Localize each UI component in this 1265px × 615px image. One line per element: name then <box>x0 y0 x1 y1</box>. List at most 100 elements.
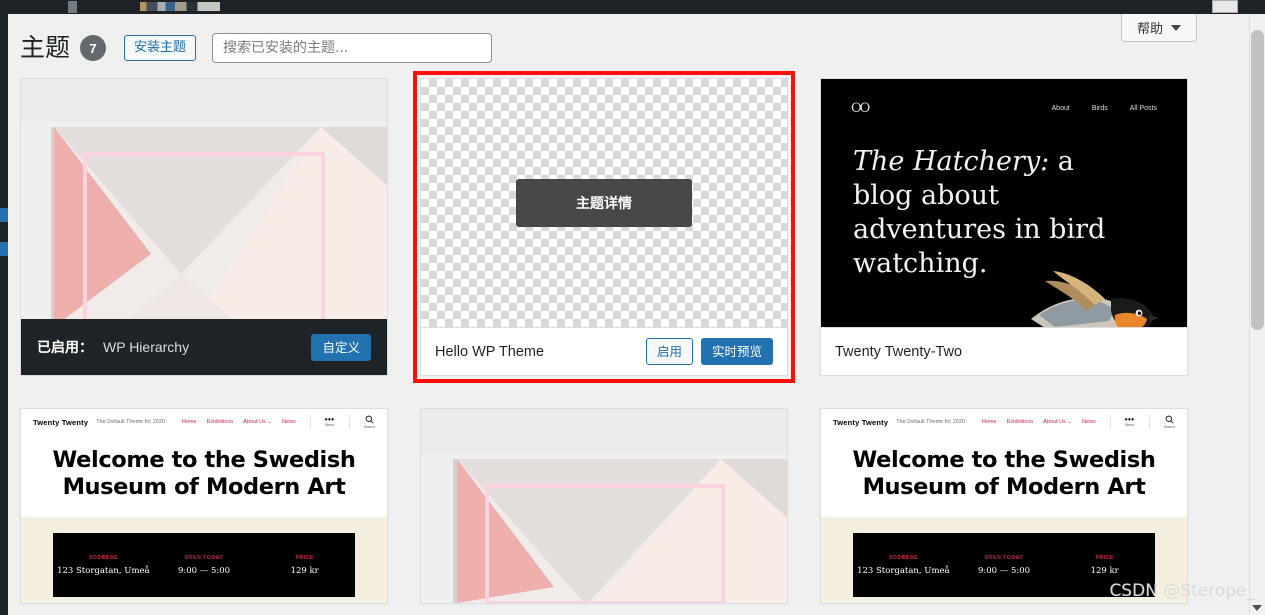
tt-nav-divider <box>348 415 350 429</box>
tt-info-hours-label: OPEN TODAY <box>984 554 1024 561</box>
tt-info-hours: OPEN TODAY 9:00 — 5:00 <box>154 555 255 576</box>
tt-nav-divider <box>1148 415 1150 429</box>
activate-button[interactable]: 启用 <box>645 338 693 365</box>
theme-count-badge: 7 <box>80 35 107 62</box>
tt-nav-home: Home <box>981 419 997 425</box>
tt-info-price-value: 129 kr <box>290 565 319 576</box>
active-theme-name: WP Hierarchy <box>103 339 190 355</box>
themes-row: WP Hierarchy 已启用： WP Hierarchy 自定义 主题详情 <box>20 71 1240 383</box>
tt-nav-about-us: About Us ⌄ <box>1043 419 1072 425</box>
search-themes-input[interactable] <box>212 33 493 64</box>
tt-info-price: PRICE 129 kr <box>254 555 355 576</box>
tt-search-icon: Search <box>1164 415 1175 429</box>
theme-screenshot[interactable] <box>21 79 387 327</box>
admin-bar[interactable] <box>0 0 1265 14</box>
themes-page: 帮助 主题 7 安装主题 搜索已安装的主题... 已启用： WP Hierarc… <box>8 14 1249 615</box>
active-theme-bar: 已启用： WP Hierarchy 自定义 <box>21 319 387 375</box>
tt-nav: Home Exhibitions About Us ⌄ News ••• Men… <box>982 415 1175 429</box>
theme-screenshot[interactable]: Twenty Twenty The Default Theme for 2020… <box>821 409 1187 603</box>
theme-card-twenty-twenty-b[interactable]: Twenty Twenty The Default Theme for 2020… <box>820 408 1188 604</box>
admin-bar-items[interactable] <box>140 2 220 11</box>
geometric-pink-artwork <box>21 79 387 327</box>
tt-menu-glyph: ••• <box>1124 415 1135 424</box>
theme-card-geometric-b[interactable] <box>420 408 788 604</box>
tt-info-price-label: PRICE <box>295 554 314 561</box>
theme-screenshot[interactable] <box>421 409 787 603</box>
tt-nav-home: Home <box>181 419 197 425</box>
tt-menu-icon: ••• Menu <box>1124 415 1135 428</box>
geometric-pink-svg <box>421 409 787 603</box>
theme-screenshot[interactable]: 主题详情 <box>421 79 787 327</box>
theme-card-hello-wp-theme[interactable]: 主题详情 Hello WP Theme 启用 实时预览 <box>413 71 795 383</box>
tt-menu-icon: ••• Menu <box>324 415 335 428</box>
tt-hero-line1: Welcome to the Swedish <box>852 447 1156 473</box>
admin-sidebar[interactable] <box>0 14 8 615</box>
tt-search-icon: Search <box>364 415 375 429</box>
search-glass-icon <box>365 415 374 424</box>
hatchery-nav-about: About <box>1051 105 1070 112</box>
theme-name: Hello WP Theme <box>435 343 545 360</box>
tt-info-hours-value: 9:00 — 5:00 <box>177 565 231 576</box>
tt-info-hours-value: 9:00 — 5:00 <box>977 565 1031 576</box>
tt-info-address-label: ADDRESS <box>889 554 918 561</box>
tt-header-bar: Twenty Twenty The Default Theme for 2020… <box>821 409 1187 435</box>
tt-nav-divider <box>1109 415 1111 429</box>
hatchery-nav-links: About Birds All Posts <box>1052 105 1157 112</box>
tt-nav-exhibitions: Exhibitions <box>1006 419 1034 425</box>
theme-name: Twenty Twenty-Two <box>835 343 963 360</box>
sidebar-active-indicator-appearance[interactable] <box>0 208 8 222</box>
theme-screenshot[interactable]: Twenty Twenty The Default Theme for 2020… <box>21 409 387 603</box>
live-preview-button[interactable]: 实时预览 <box>700 338 773 365</box>
tt-nav-news: News <box>281 419 296 425</box>
twenty-twenty-artwork: Twenty Twenty The Default Theme for 2020… <box>21 409 387 603</box>
tt-tagline: The Default Theme for 2020 <box>96 419 165 425</box>
wordpress-logo-icon[interactable] <box>68 1 77 13</box>
chevron-down-icon <box>1171 24 1181 31</box>
scrollbar-down-arrow-icon[interactable] <box>1252 605 1262 611</box>
tt-info-address: ADDRESS 123 Storgatan, Umeå <box>853 555 954 576</box>
page-title: 主题 <box>20 33 71 62</box>
tt-search-label: Search <box>1163 425 1175 429</box>
tt-info-bar: ADDRESS 123 Storgatan, Umeå OPEN TODAY 9… <box>53 533 355 597</box>
scrollbar-thumb[interactable] <box>1251 30 1264 330</box>
theme-card-footer: Twenty Twenty-Two <box>821 327 1187 375</box>
hatchery-nav-all-posts: All Posts <box>1129 105 1157 112</box>
tt-info-price-value: 129 kr <box>1090 565 1119 576</box>
tt-menu-label: Menu <box>325 423 335 427</box>
tt-info-hours-label: OPEN TODAY <box>184 554 224 561</box>
tt-hero-line1: Welcome to the Swedish <box>52 447 356 473</box>
tt-info-hours: OPEN TODAY 9:00 — 5:00 <box>954 555 1055 576</box>
page-scrollbar[interactable] <box>1249 14 1265 615</box>
theme-actions: 启用 实时预览 <box>645 338 773 365</box>
admin-bar-right-item[interactable] <box>1212 0 1238 13</box>
bird-illustration-icon <box>1031 271 1159 327</box>
tt-info-price-label: PRICE <box>1095 554 1114 561</box>
theme-card-twenty-twenty-two[interactable]: OO About Birds All Posts The Hatchery: a… <box>820 78 1188 376</box>
add-theme-button[interactable]: 安装主题 <box>124 35 197 62</box>
tt-hero-line2: Museum of Modern Art <box>62 473 346 500</box>
active-theme-status: 已启用： <box>37 339 93 355</box>
tt-nav: Home Exhibitions About Us ⌄ News ••• Men… <box>182 415 375 429</box>
theme-screenshot[interactable]: OO About Birds All Posts The Hatchery: a… <box>821 79 1187 327</box>
search-glass-icon <box>1165 415 1174 424</box>
tt-brand: Twenty Twenty <box>33 417 89 427</box>
tt-nav-about-us: About Us ⌄ <box>243 419 272 425</box>
tt-nav-news: News <box>1081 419 1096 425</box>
twenty-twenty-artwork: Twenty Twenty The Default Theme for 2020… <box>821 409 1187 603</box>
help-tab-button[interactable]: 帮助 <box>1121 14 1197 42</box>
theme-card-twenty-twenty-a[interactable]: Twenty Twenty The Default Theme for 2020… <box>20 408 388 604</box>
tt-nav-divider <box>309 415 311 429</box>
geometric-pink-svg <box>21 79 387 327</box>
theme-card-wp-hierarchy[interactable]: WP Hierarchy 已启用： WP Hierarchy 自定义 <box>20 78 388 376</box>
tt-menu-glyph: ••• <box>324 415 335 424</box>
themes-grid: WP Hierarchy 已启用： WP Hierarchy 自定义 主题详情 <box>20 71 1240 615</box>
tt-info-address: ADDRESS 123 Storgatan, Umeå <box>53 555 154 576</box>
theme-details-button[interactable]: 主题详情 <box>516 179 692 227</box>
sidebar-active-indicator-themes[interactable] <box>0 242 8 256</box>
customize-button[interactable]: 自定义 <box>311 333 371 361</box>
geometric-pink-artwork <box>421 409 787 603</box>
hatchery-nav: OO About Birds All Posts <box>821 101 1187 116</box>
themes-row: Twenty Twenty The Default Theme for 2020… <box>20 408 1240 604</box>
tt-tagline: The Default Theme for 2020 <box>896 419 965 425</box>
theme-hover-overlay[interactable]: 主题详情 <box>421 79 787 327</box>
